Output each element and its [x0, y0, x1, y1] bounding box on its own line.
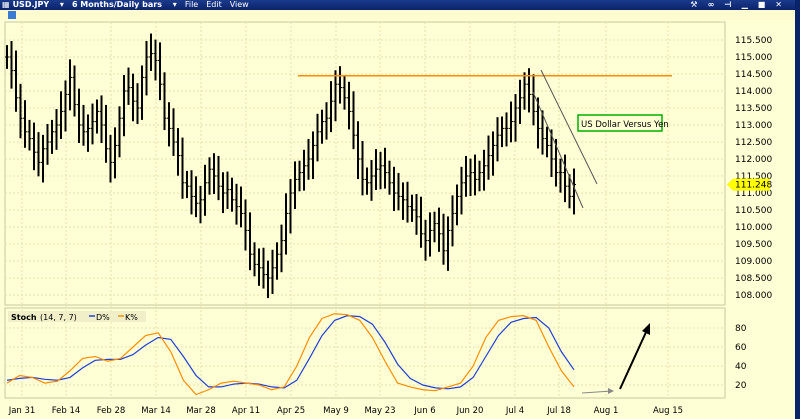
date-tick-label: Jul 18: [546, 406, 571, 416]
date-tick-label: May 9: [323, 406, 349, 416]
date-tick-label: Jul 4: [505, 406, 524, 416]
last-price-tag: 111.248: [727, 178, 772, 191]
stoch-tick-label: 80: [735, 324, 747, 334]
price-tick-label: 108.000: [735, 291, 772, 301]
price-tick-label: 114.000: [735, 87, 772, 97]
date-tick-label: Feb 28: [97, 406, 126, 416]
last-price-label: 111.248: [735, 181, 772, 191]
stoch-legend: Stoch (14, 7, 7) D% K%: [8, 311, 146, 322]
date-tick-label: Apr 11: [232, 406, 260, 416]
date-tick-label: Aug 15: [653, 406, 683, 416]
stoch-params[interactable]: (14, 7, 7): [40, 313, 77, 322]
price-tick-label: 109.000: [735, 257, 772, 267]
stoch-tick-label: 20: [735, 381, 747, 391]
price-tick-label: 112.000: [735, 155, 772, 165]
date-tick-label: Jan 31: [8, 406, 36, 416]
date-tick-label: Apr 25: [277, 406, 305, 416]
price-tick-label: 108.500: [735, 274, 772, 284]
date-tick-label: Jun 20: [456, 406, 484, 416]
d-legend-label[interactable]: D%: [96, 313, 110, 322]
annotation-text: US Dollar Versus Yen: [581, 120, 669, 130]
date-tick-label: Feb 14: [52, 406, 81, 416]
stoch-tick-label: 40: [735, 362, 747, 372]
price-tick-label: 109.500: [735, 240, 772, 250]
price-tick-label: 115.000: [735, 53, 772, 63]
k-legend-label[interactable]: K%: [125, 313, 138, 322]
window-border: [795, 0, 800, 419]
price-tick-label: 113.000: [735, 121, 772, 131]
date-tick-label: Aug 1: [594, 406, 619, 416]
stoch-tick-label: 60: [735, 343, 747, 353]
price-tick-label: 115.500: [735, 36, 772, 46]
date-tick-label: Mar 28: [186, 406, 216, 416]
price-tick-label: 112.500: [735, 138, 772, 148]
price-tick-label: 114.500: [735, 70, 772, 80]
date-tick-label: May 23: [364, 406, 395, 416]
price-tick-label: 113.500: [735, 104, 772, 114]
price-tick-label: 110.000: [735, 223, 772, 233]
price-panel: [4, 21, 726, 306]
stoch-title: Stoch: [11, 313, 37, 322]
chart-canvas: 115.500 115.000 114.500 114.000 113.500 113.0…: [4, 21, 772, 416]
price-tick-label: 110.500: [735, 206, 772, 216]
date-tick-label: Mar 14: [141, 406, 171, 416]
date-tick-label: Jun 6: [413, 406, 435, 416]
annotation-box[interactable]: US Dollar Versus Yen: [577, 114, 669, 132]
